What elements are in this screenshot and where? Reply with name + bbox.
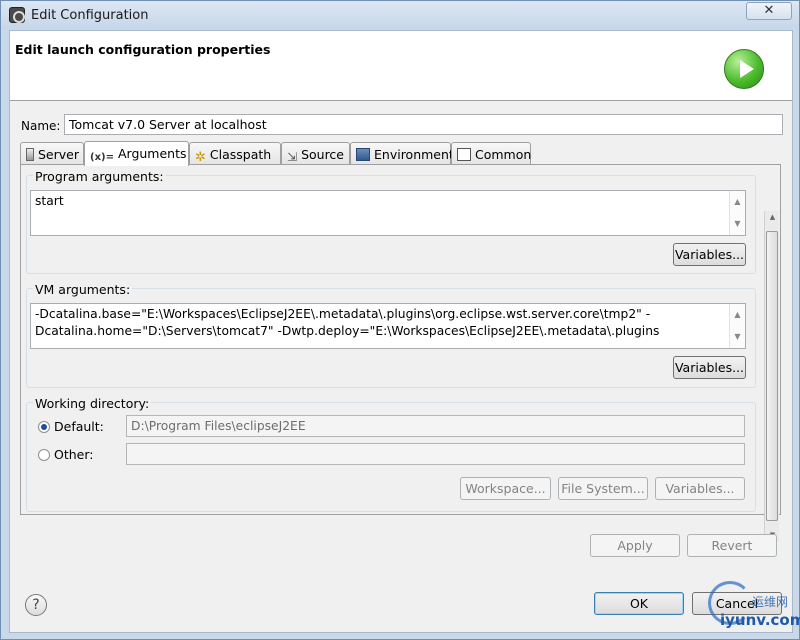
- ok-button[interactable]: OK: [594, 592, 684, 615]
- dialog-heading: Edit launch configuration properties: [15, 42, 271, 57]
- default-radio-row[interactable]: Default:: [38, 419, 104, 434]
- file-system-button[interactable]: File System...: [558, 477, 648, 500]
- default-radio-label: Default:: [54, 419, 104, 434]
- program-arguments-text: start: [35, 194, 64, 208]
- tab-classpath[interactable]: ✲ Classpath: [189, 142, 281, 165]
- eclipse-app-icon: [9, 7, 25, 23]
- help-icon[interactable]: ?: [25, 594, 47, 616]
- vm-arguments-line: Dcatalina.home="D:\Servers\tomcat7" -Dwt…: [35, 324, 660, 338]
- other-radio-label: Other:: [54, 447, 94, 462]
- tab-label: Source: [301, 147, 344, 162]
- run-icon: [724, 49, 764, 89]
- source-icon: ⇲: [287, 150, 298, 164]
- program-arguments-textarea[interactable]: start ▲ ▼: [30, 190, 746, 236]
- cancel-button[interactable]: Cancel: [692, 592, 782, 615]
- name-field[interactable]: Tomcat v7.0 Server at localhost: [64, 114, 783, 135]
- tab-label: Classpath: [209, 147, 272, 162]
- tab-label: Common: [475, 147, 532, 162]
- working-variables-button[interactable]: Variables...: [655, 477, 745, 500]
- tab-server[interactable]: Server: [20, 142, 84, 165]
- scroll-up-arrow[interactable]: ▲: [765, 213, 780, 221]
- common-icon: [457, 148, 471, 161]
- apply-button[interactable]: Apply: [590, 534, 680, 557]
- working-directory-label: Working directory:: [33, 396, 152, 411]
- environment-icon: [356, 148, 370, 161]
- close-button[interactable]: ✕: [746, 2, 792, 20]
- dialog-client-area: Edit launch configuration properties Nam…: [9, 30, 793, 633]
- default-radio[interactable]: [38, 421, 50, 433]
- working-directory-group: Working directory: Default: D:\Program F…: [26, 396, 756, 512]
- tab-source[interactable]: ⇲ Source: [281, 142, 350, 165]
- other-radio-row[interactable]: Other:: [38, 447, 93, 462]
- program-arguments-label: Program arguments:: [33, 169, 166, 184]
- vm-arguments-line: -Dcatalina.base="E:\Workspaces\EclipseJ2…: [35, 307, 651, 321]
- arguments-icon: (x)=: [90, 152, 114, 163]
- dialog-header: Edit launch configuration properties: [10, 31, 792, 101]
- default-directory-field: D:\Program Files\eclipseJ2EE: [126, 415, 745, 437]
- other-directory-field[interactable]: [126, 443, 745, 465]
- vm-variables-button[interactable]: Variables...: [673, 356, 746, 379]
- tab-label: Environment: [374, 147, 454, 162]
- name-label: Name:: [21, 119, 61, 133]
- program-variables-button[interactable]: Variables...: [673, 243, 746, 266]
- arguments-tab-panel: Program arguments: start ▲ ▼ Variables...…: [20, 164, 781, 541]
- workspace-button[interactable]: Workspace...: [460, 477, 551, 500]
- tab-common[interactable]: Common: [451, 142, 531, 165]
- tab-label: Arguments: [117, 146, 187, 161]
- window-title: Edit Configuration: [31, 8, 149, 23]
- program-arguments-scrollbar[interactable]: ▲ ▼: [729, 191, 745, 235]
- revert-button[interactable]: Revert: [687, 534, 777, 557]
- vm-arguments-group: VM arguments: -Dcatalina.base="E:\Worksp…: [26, 282, 756, 388]
- panel-scrollbar[interactable]: ▲ ▼: [764, 211, 779, 541]
- tab-arguments[interactable]: (x)= Arguments: [84, 141, 189, 166]
- classpath-icon: ✲: [195, 150, 206, 165]
- vm-arguments-textarea[interactable]: -Dcatalina.base="E:\Workspaces\EclipseJ2…: [30, 303, 746, 349]
- vm-arguments-scrollbar[interactable]: ▲ ▼: [729, 304, 745, 348]
- vm-arguments-label: VM arguments:: [33, 282, 133, 297]
- other-radio[interactable]: [38, 449, 50, 461]
- server-icon: [26, 148, 34, 161]
- scrollbar-thumb[interactable]: [766, 231, 778, 521]
- edit-configuration-window: Edit Configuration ✕ Edit launch configu…: [0, 0, 800, 640]
- tab-label: Server: [38, 147, 79, 162]
- title-bar[interactable]: Edit Configuration ✕: [1, 1, 799, 29]
- tab-environment[interactable]: Environment: [350, 142, 454, 165]
- program-arguments-group: Program arguments: start ▲ ▼ Variables...: [26, 169, 756, 274]
